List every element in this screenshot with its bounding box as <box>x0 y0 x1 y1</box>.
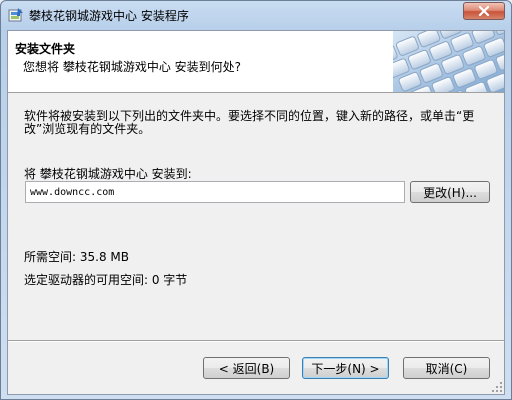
window-title: 攀枝花钢城游戏中心 安装程序 <box>29 9 189 23</box>
change-folder-button[interactable]: 更改(H)... <box>410 181 490 203</box>
header-title: 安装文件夹 <box>15 42 76 56</box>
next-button[interactable]: 下一步(N) > <box>302 357 389 379</box>
space-available-text: 选定驱动器的可用空间: 0 字节 <box>24 273 188 287</box>
intro-text: 软件将被安装到以下列出的文件夹中。要选择不同的位置，键入新的路径，或单击“更改”… <box>24 109 475 136</box>
title-bar[interactable]: 攀枝花钢城游戏中心 安装程序 <box>1 1 511 29</box>
resize-grip-icon[interactable] <box>491 381 503 393</box>
keyboard-image <box>393 31 504 92</box>
space-required-text: 所需空间: 35.8 MB <box>24 250 129 264</box>
footer-divider <box>8 340 504 342</box>
header-subtitle: 您想将 攀枝花钢城游戏中心 安装到何处? <box>23 60 241 74</box>
close-icon <box>478 6 490 16</box>
installer-window: 攀枝花钢城游戏中心 安装程序 安装文件夹 您想将 攀枝花钢城游戏中心 安装到何处… <box>0 0 512 400</box>
cancel-button[interactable]: 取消(C) <box>403 357 490 379</box>
dialog-client-area: 安装文件夹 您想将 攀枝花钢城游戏中心 安装到何处? 软件将被安装到以下列出的文… <box>7 30 505 395</box>
close-button[interactable] <box>463 2 505 20</box>
back-button[interactable]: < 返回(B) <box>203 357 290 379</box>
wizard-header: 安装文件夹 您想将 攀枝花钢城游戏中心 安装到何处? <box>8 31 504 93</box>
installer-icon <box>8 7 24 23</box>
destination-label: 将 攀枝花钢城游戏中心 安装到: <box>24 167 192 181</box>
destination-path-input[interactable] <box>25 181 405 203</box>
